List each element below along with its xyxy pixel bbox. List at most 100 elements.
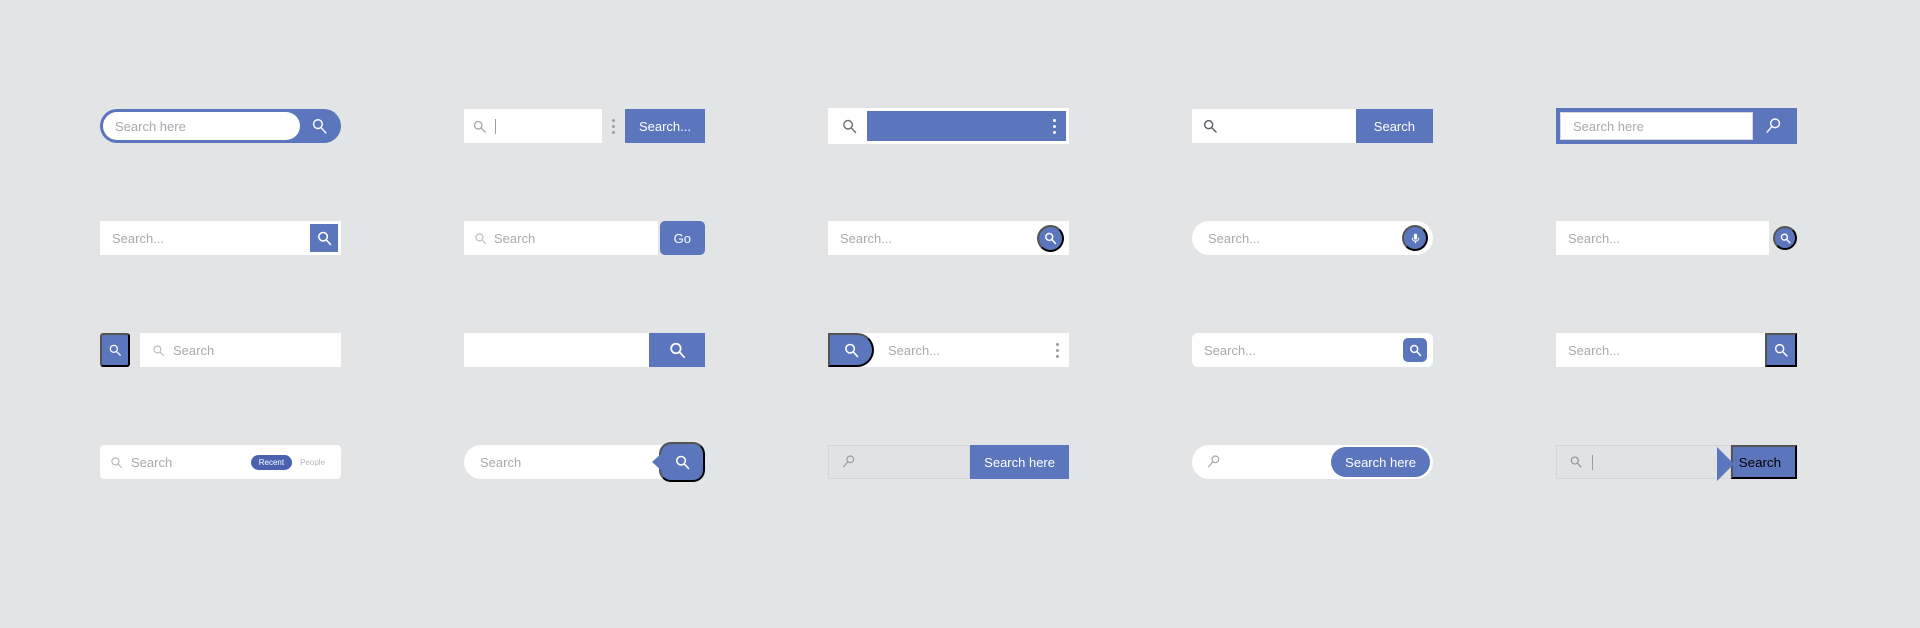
magnifier-icon[interactable] xyxy=(831,111,867,141)
microphone-icon xyxy=(1409,232,1422,245)
variant-cell-4: Search xyxy=(1192,70,1456,182)
filled-blue-field-search-bar[interactable] xyxy=(828,108,1069,144)
search-button[interactable] xyxy=(1765,333,1797,367)
rounded-search-here-bar[interactable]: Search here xyxy=(1192,445,1433,479)
magnifier-key-icon xyxy=(1206,454,1222,470)
grey-field-search-bar[interactable]: Search here xyxy=(828,445,1069,479)
search-here-button[interactable]: Search here xyxy=(970,445,1069,479)
search-button[interactable]: Search xyxy=(1355,109,1433,143)
variant-cell-14: Search... xyxy=(1192,294,1456,406)
empty-field-search-bar[interactable] xyxy=(464,333,705,367)
variant-cell-9: Search... xyxy=(1192,182,1456,294)
magnifier-icon xyxy=(674,454,691,471)
vertical-dots-icon[interactable] xyxy=(1046,342,1069,358)
search-placeholder: Search xyxy=(480,454,522,470)
variant-cell-3 xyxy=(828,70,1092,182)
magnifier-icon xyxy=(843,342,860,359)
variant-cell-12 xyxy=(464,294,728,406)
vertical-dots-icon[interactable] xyxy=(1043,118,1066,134)
magnifier-icon xyxy=(110,456,123,469)
search-placeholder: Search... xyxy=(1204,342,1257,358)
variant-cell-15: Search... xyxy=(1556,294,1820,406)
variant-cell-17: Search xyxy=(464,406,728,518)
go-button-search-bar[interactable]: Search Go xyxy=(464,221,705,255)
vertical-dots-icon[interactable] xyxy=(602,118,625,134)
pill-outline-search-bar[interactable]: Search here xyxy=(100,109,341,143)
search-input[interactable] xyxy=(1192,109,1356,143)
magnifier-icon xyxy=(668,341,687,360)
search-input[interactable]: Search here xyxy=(1560,112,1753,140)
search-input[interactable]: Search xyxy=(100,445,251,479)
variant-cell-18: Search here xyxy=(828,406,1092,518)
search-placeholder: Search xyxy=(494,230,536,246)
search-here-button[interactable]: Search here xyxy=(1331,447,1430,477)
notch-button-search-bar[interactable]: Search xyxy=(464,442,705,482)
flat-search-bar-with-circle-button[interactable]: Search... xyxy=(1556,221,1797,255)
search-button[interactable]: Search... xyxy=(624,109,705,143)
search-button[interactable] xyxy=(1401,336,1429,364)
search-input[interactable]: Search... xyxy=(1556,333,1765,367)
search-button[interactable]: Search xyxy=(1715,445,1797,481)
rounded-square-button-search-bar[interactable]: Search... xyxy=(1192,333,1433,367)
voice-search-button[interactable] xyxy=(1402,225,1428,251)
search-button[interactable] xyxy=(828,333,874,367)
variant-cell-8: Search... xyxy=(828,182,1092,294)
search-input[interactable]: Search... xyxy=(828,221,1037,255)
square-icon-button-search-bar[interactable]: Search... xyxy=(100,221,341,255)
left-pill-button-search-bar[interactable]: Search... xyxy=(828,333,1069,367)
search-input[interactable]: Search... xyxy=(1556,221,1769,255)
magnifier-icon xyxy=(1202,118,1218,134)
search-input[interactable] xyxy=(464,109,602,143)
search-input[interactable]: Search... xyxy=(100,221,307,255)
variant-cell-10: Search... xyxy=(1556,182,1820,294)
search-placeholder: Search xyxy=(173,342,215,358)
search-input[interactable] xyxy=(828,445,971,479)
search-input[interactable]: Search xyxy=(140,333,341,367)
chevron-button-search-bar[interactable]: Search xyxy=(1556,445,1797,481)
search-input[interactable] xyxy=(464,333,649,367)
search-placeholder: Search... xyxy=(840,230,893,246)
detached-left-button-search-bar[interactable]: Search xyxy=(100,333,341,367)
variant-cell-2: Search... xyxy=(464,70,728,182)
voice-search-bar[interactable]: Search... xyxy=(1192,221,1433,255)
filter-chip-people[interactable]: People xyxy=(292,455,333,470)
search-bar-gallery: Search here Search... Search Search here… xyxy=(0,0,1920,628)
blue-framed-search-bar[interactable]: Search here xyxy=(1556,108,1797,144)
magnifier-icon xyxy=(1043,231,1058,246)
search-input[interactable]: Search... xyxy=(1192,221,1402,255)
magnifier-icon[interactable] xyxy=(300,117,338,136)
variant-cell-19: Search here xyxy=(1192,406,1456,518)
square-right-button-search-bar[interactable]: Search... xyxy=(1556,333,1797,367)
variant-cell-1: Search here xyxy=(100,70,364,182)
search-bar-with-label-button[interactable]: Search... xyxy=(464,109,705,143)
search-input[interactable]: Search... xyxy=(874,333,1046,367)
search-button[interactable] xyxy=(649,333,705,367)
circular-icon-search-bar[interactable]: Search... xyxy=(828,221,1069,255)
magnifier-icon xyxy=(1569,455,1583,469)
magnifier-icon xyxy=(108,343,122,357)
search-input[interactable] xyxy=(1556,445,1731,479)
magnifier-key-icon xyxy=(841,454,857,470)
magnifier-key-icon[interactable] xyxy=(1753,117,1793,136)
search-placeholder: Search... xyxy=(888,342,941,358)
search-input[interactable] xyxy=(1192,445,1331,479)
basic-search-bar[interactable]: Search xyxy=(1192,109,1433,143)
magnifier-icon xyxy=(1779,232,1792,245)
search-button[interactable] xyxy=(1037,224,1064,252)
search-button[interactable] xyxy=(659,442,705,482)
search-button[interactable] xyxy=(1773,226,1797,250)
search-placeholder: Search... xyxy=(1208,230,1261,246)
search-input[interactable] xyxy=(867,111,1066,141)
go-button[interactable]: Go xyxy=(659,221,705,255)
filter-chips-search-bar[interactable]: Search Recent People xyxy=(100,445,341,479)
search-placeholder: Search here xyxy=(1573,118,1644,134)
search-button[interactable] xyxy=(100,333,130,367)
search-input[interactable]: Search... xyxy=(1192,333,1401,367)
search-input[interactable]: Search xyxy=(464,221,658,255)
filter-chip-recent[interactable]: Recent xyxy=(250,454,293,470)
search-input[interactable]: Search here xyxy=(103,112,300,140)
variant-cell-7: Search Go xyxy=(464,182,728,294)
variant-cell-6: Search... xyxy=(100,182,364,294)
search-button[interactable] xyxy=(307,221,341,255)
variant-cell-11: Search xyxy=(100,294,364,406)
